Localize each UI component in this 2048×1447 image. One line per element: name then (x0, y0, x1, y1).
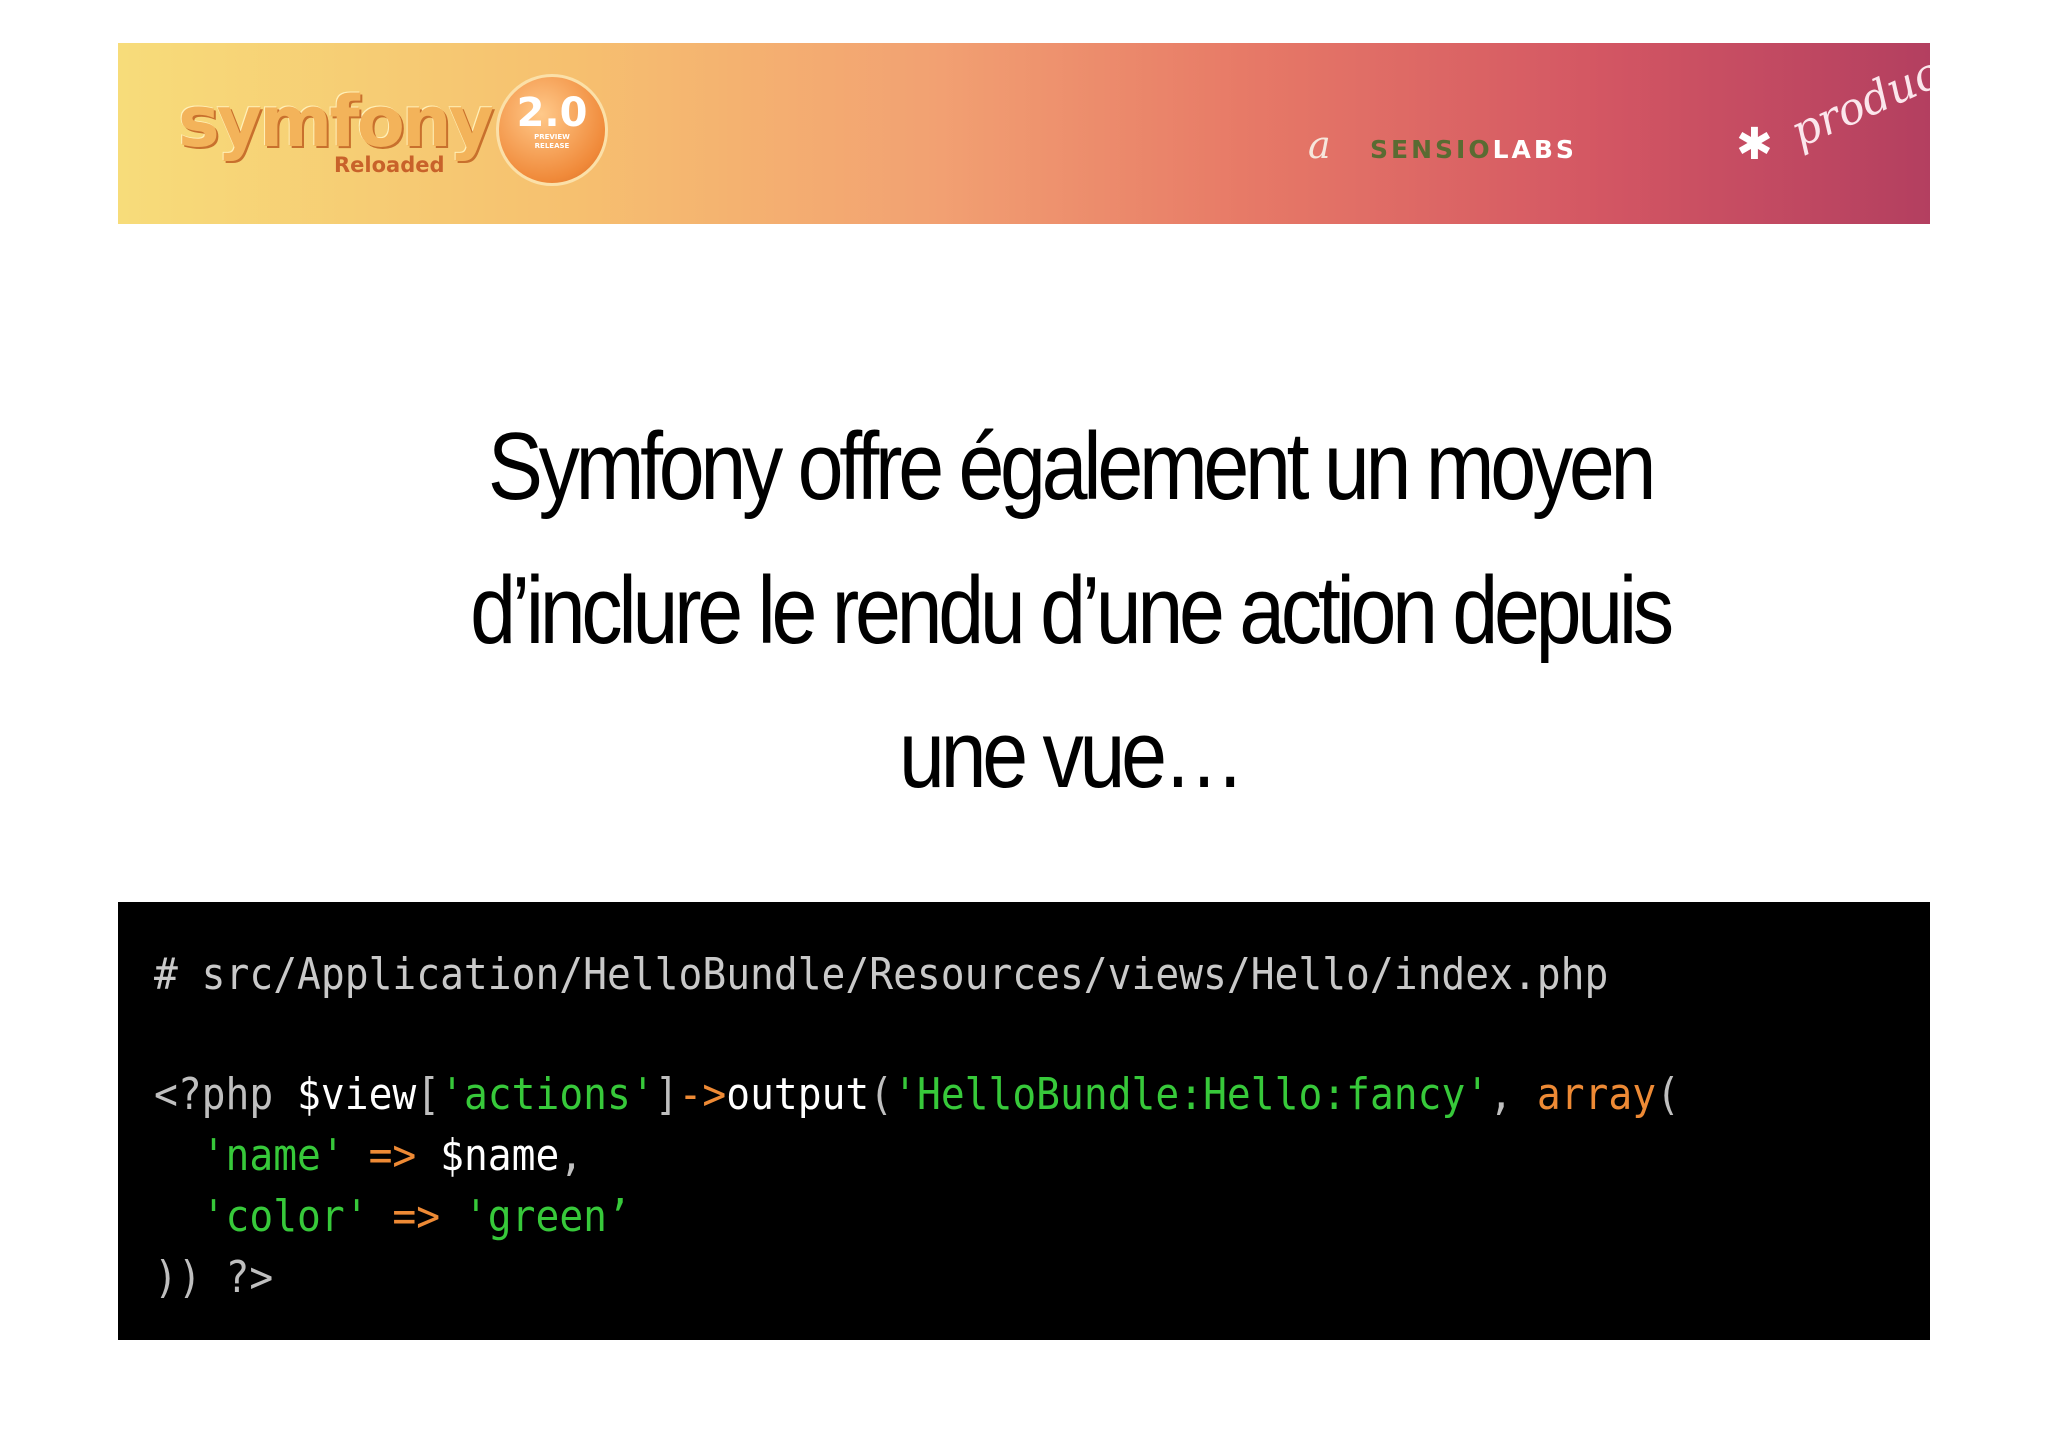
name-key: 'name' (201, 1130, 345, 1181)
paren-open: ( (869, 1069, 894, 1120)
brand-labs: LABS (1492, 135, 1577, 164)
template-string: 'HelloBundle:Hello:fancy' (893, 1069, 1490, 1120)
badge-preview: PREVIEW (534, 133, 570, 141)
version-badge: 2.0 PREVIEW RELEASE (496, 74, 608, 186)
output-method: output (726, 1069, 870, 1120)
green-string: 'green’ (463, 1191, 631, 1242)
slide-title: Symfony offre également un moyen d’inclu… (442, 395, 1698, 827)
code-comment: # src/Application/HelloBundle/Resources/… (154, 949, 1609, 1000)
array-paren-open: ( (1656, 1069, 1680, 1120)
logo-subtitle: Reloaded (334, 153, 445, 177)
header-banner: symfony Reloaded 2.0 PREVIEW RELEASE a S… (118, 43, 1930, 224)
title-line: Symfony offre également un moyen (487, 413, 1657, 520)
arrow-operator: -> (678, 1069, 727, 1120)
title-line: une vue… (899, 701, 1245, 808)
bracket-close: ] (654, 1069, 679, 1120)
code-line-3: 'color' => 'green’ (154, 1186, 1752, 1247)
name-variable: $name (440, 1130, 560, 1181)
actions-key: 'actions' (440, 1069, 655, 1120)
badge-release: RELEASE (534, 142, 570, 150)
symfony-logo: symfony (178, 81, 494, 163)
brand-a: a (1308, 123, 1331, 167)
bracket-open: [ (416, 1069, 441, 1120)
double-arrow-operator: => (344, 1130, 441, 1181)
array-function: array (1536, 1069, 1657, 1120)
code-line-2: 'name' => $name, (154, 1125, 1752, 1186)
comma: , (1489, 1069, 1537, 1120)
php-open-tag: <?php (154, 1069, 298, 1120)
view-variable: $view (297, 1069, 417, 1120)
code-line-4: )) ?> (154, 1247, 1752, 1308)
brand-sensio: SENSIO (1370, 135, 1493, 164)
title-line: d’inclure le rendu d’une action depuis (470, 557, 1674, 664)
code-line-1: <?php $view['actions']->output('HelloBun… (154, 1064, 1752, 1125)
code-block: # src/Application/HelloBundle/Resources/… (118, 902, 1930, 1340)
brand-name: SENSIOLABS (1370, 135, 1577, 164)
parens-close: )) (154, 1252, 226, 1303)
comma: , (559, 1130, 584, 1181)
php-close-tag: ?> (225, 1252, 274, 1303)
color-key: 'color' (201, 1191, 369, 1242)
double-arrow-operator: => (368, 1191, 464, 1242)
brand-product: product (1783, 43, 1930, 158)
asterisk-icon: ✱ (1736, 120, 1773, 169)
badge-version: 2.0 (516, 90, 588, 136)
